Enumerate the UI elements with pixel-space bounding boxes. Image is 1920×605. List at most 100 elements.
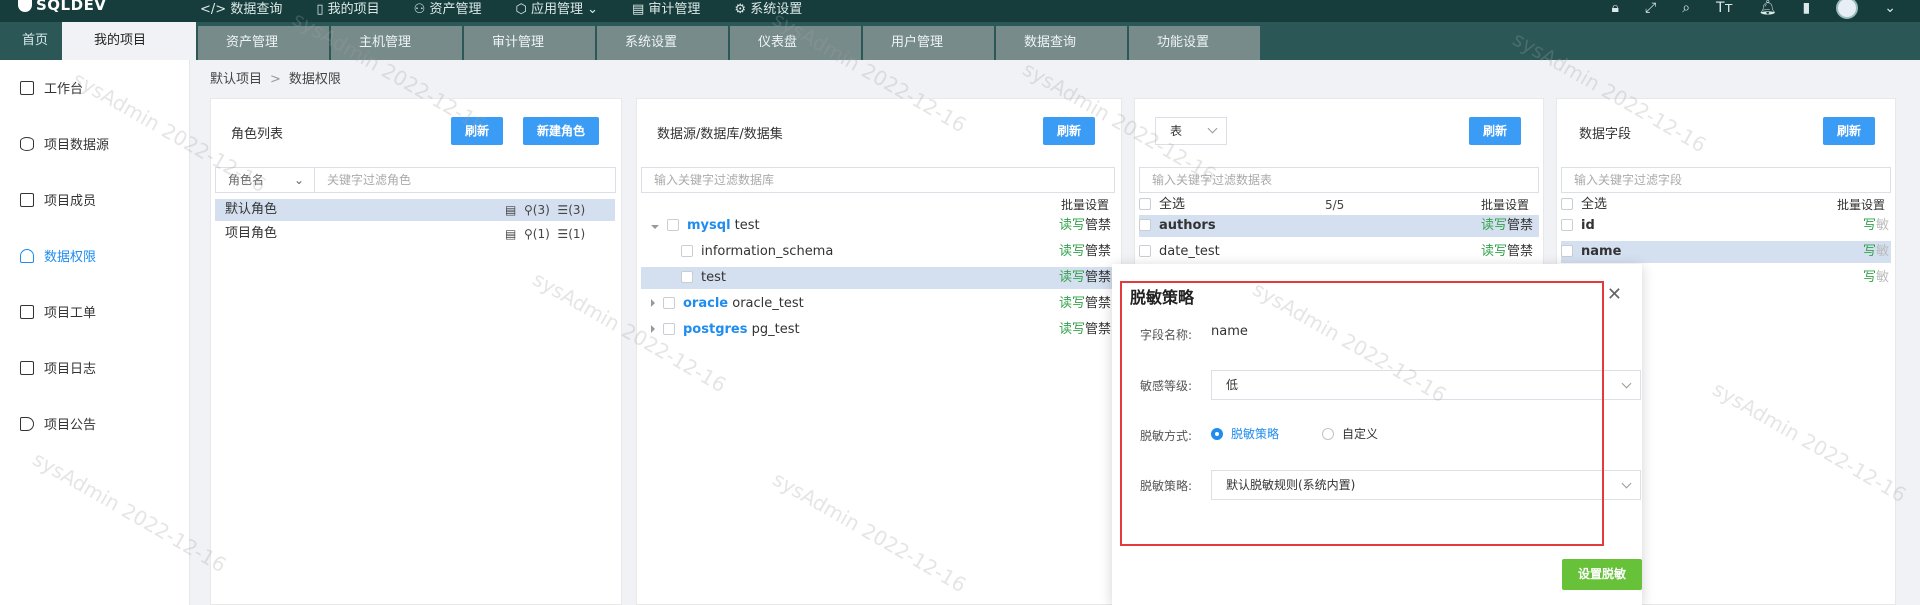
caret-right-icon bbox=[651, 325, 655, 333]
table-type-select[interactable]: 表 bbox=[1155, 117, 1227, 145]
tabs-bar: 首页 我的项目 资产管理 主机管理 审计管理 系统设置 仪表盘 用户管理 数据查… bbox=[0, 22, 1920, 60]
select-all-checkbox[interactable]: 全选 bbox=[1561, 194, 1607, 216]
sidebar-item-logs[interactable]: 项目日志 bbox=[20, 358, 96, 377]
table-filter-input[interactable]: 输入关键字过滤数据表 bbox=[1139, 167, 1539, 193]
search-icon[interactable]: ⌕ bbox=[1682, 0, 1690, 16]
clipboard-icon: ▤ bbox=[505, 227, 517, 241]
datasource-row[interactable]: postgres pg_test 读写管禁 bbox=[641, 319, 1115, 341]
database-row[interactable]: test 读写管禁 bbox=[641, 267, 1115, 289]
lock-icon[interactable]: 🔒︎ bbox=[1612, 0, 1619, 16]
log-icon bbox=[20, 360, 34, 375]
batch-settings-link[interactable]: 批量设置 bbox=[1481, 194, 1529, 216]
checkbox[interactable] bbox=[1561, 245, 1573, 257]
sidebar: 工作台 项目数据源 项目成员 数据权限 项目工单 项目日志 项目公告 bbox=[0, 60, 190, 605]
subtab-assets[interactable]: 资产管理 bbox=[198, 26, 329, 60]
permission-tags[interactable]: 写敏 bbox=[1863, 215, 1889, 237]
user-icon: ⚲ bbox=[523, 203, 533, 217]
role-name: 项目角色 bbox=[225, 226, 278, 241]
sidebar-item-workbench[interactable]: 工作台 bbox=[20, 78, 83, 97]
set-masking-button[interactable]: 设置脱敏 bbox=[1562, 559, 1642, 590]
refresh-button[interactable]: 刷新 bbox=[1043, 117, 1096, 145]
checkbox[interactable] bbox=[681, 245, 693, 257]
subtab-users[interactable]: 用户管理 bbox=[863, 26, 994, 60]
select-all-checkbox[interactable]: 全选 bbox=[1139, 194, 1185, 216]
checkbox[interactable] bbox=[681, 271, 693, 283]
user-icon bbox=[20, 248, 34, 263]
new-role-button[interactable]: 新建角色 bbox=[523, 117, 600, 145]
sidebar-item-data-permission[interactable]: 数据权限 bbox=[20, 246, 96, 265]
select-all-row: 全选 5/5 批量设置 bbox=[1139, 194, 1539, 216]
database-icon bbox=[20, 136, 34, 151]
breadcrumb-root[interactable]: 默认项目 bbox=[210, 72, 262, 87]
sidebar-item-announcements[interactable]: 项目公告 bbox=[20, 414, 96, 433]
datasource-row[interactable]: oracle oracle_test 读写管禁 bbox=[641, 293, 1115, 315]
checkbox[interactable] bbox=[1561, 219, 1573, 231]
database-icon: ☰ bbox=[557, 203, 569, 217]
role-filter-input[interactable]: 关键字过滤角色 bbox=[314, 167, 616, 193]
permission-tags[interactable]: 读写管禁 bbox=[1059, 241, 1111, 263]
fullscreen-icon[interactable]: ⤢ bbox=[1645, 0, 1656, 16]
table-row[interactable]: date_test 读写管禁 bbox=[1139, 241, 1539, 263]
role-filter-select[interactable]: 角色名 ⌄ bbox=[215, 167, 315, 193]
bell-icon[interactable]: 🔔︎ bbox=[1759, 0, 1777, 16]
subtab-dashboard[interactable]: 仪表盘 bbox=[730, 26, 861, 60]
permission-tags[interactable]: 写敏 bbox=[1863, 241, 1889, 263]
subtab-hosts[interactable]: 主机管理 bbox=[331, 26, 462, 60]
top-bar: SQLDEV </> 数据查询 ▯ 我的项目 ⚇ 资产管理 ⬡ 应用管理 ⌄ ▤… bbox=[0, 0, 1920, 22]
checkbox[interactable] bbox=[663, 323, 675, 335]
permission-tags[interactable]: 写敏 bbox=[1863, 267, 1889, 289]
table-row[interactable]: authors 读写管禁 bbox=[1139, 215, 1539, 237]
sidebar-item-members[interactable]: 项目成员 bbox=[20, 190, 96, 209]
checkbox[interactable] bbox=[667, 219, 679, 231]
permission-tags[interactable]: 读写管禁 bbox=[1059, 267, 1111, 289]
tab-my-project[interactable]: 我的项目 bbox=[62, 22, 196, 60]
doc-icon[interactable]: ▮ bbox=[1803, 0, 1811, 16]
subtab-audit[interactable]: 审计管理 bbox=[464, 26, 595, 60]
topnav-item-audit[interactable]: ▤ 审计管理 bbox=[632, 0, 700, 17]
permission-tags[interactable]: 读写管禁 bbox=[1059, 293, 1111, 315]
permission-tags[interactable]: 读写管禁 bbox=[1481, 241, 1533, 263]
datasource-panel: 数据源/数据库/数据集 刷新 输入关键字过滤数据库 批量设置 mysql tes… bbox=[636, 98, 1122, 605]
topnav-item-my-project[interactable]: ▯ 我的项目 bbox=[316, 0, 379, 17]
close-icon[interactable]: ✕ bbox=[1607, 284, 1622, 305]
panel-title: 数据字段 bbox=[1579, 127, 1632, 142]
app-logo[interactable]: SQLDEV bbox=[18, 0, 106, 14]
subtab-settings[interactable]: 系统设置 bbox=[597, 26, 728, 60]
topnav-item-assets[interactable]: ⚇ 资产管理 bbox=[414, 0, 482, 17]
tab-home[interactable]: 首页 bbox=[8, 22, 62, 60]
refresh-button[interactable]: 刷新 bbox=[1823, 117, 1876, 145]
permission-tags[interactable]: 读写管禁 bbox=[1059, 215, 1111, 237]
highlight-box bbox=[1120, 281, 1604, 546]
refresh-button[interactable]: 刷新 bbox=[451, 117, 504, 145]
checkbox[interactable] bbox=[1139, 219, 1151, 231]
chevron-down-icon[interactable]: ⌄ bbox=[1884, 0, 1896, 16]
panel-title: 角色列表 bbox=[231, 127, 284, 142]
checkbox[interactable] bbox=[663, 297, 675, 309]
datasource-row[interactable]: mysql test 读写管禁 bbox=[641, 215, 1115, 237]
sidebar-item-tickets[interactable]: 项目工单 bbox=[20, 302, 96, 321]
topnav-item-query[interactable]: </> 数据查询 bbox=[200, 0, 282, 17]
batch-settings-link[interactable]: 批量设置 bbox=[1061, 194, 1109, 216]
role-row[interactable]: 项目角色 ▤ ⚲(1) ☰(1) bbox=[215, 223, 615, 245]
font-size-icon[interactable]: Tт bbox=[1716, 0, 1733, 16]
sidebar-item-datasource[interactable]: 项目数据源 bbox=[20, 134, 109, 153]
topnav-item-settings[interactable]: ⚙ 系统设置 bbox=[734, 0, 802, 17]
avatar[interactable] bbox=[1836, 0, 1859, 19]
panel-title: 数据源/数据库/数据集 bbox=[657, 127, 783, 142]
role-row[interactable]: 默认角色 ▤ ⚲(3) ☰(3) bbox=[215, 199, 615, 221]
batch-settings-link[interactable]: 批量设置 bbox=[1837, 194, 1885, 216]
role-db-count: (3) bbox=[568, 203, 586, 217]
permission-tags[interactable]: 读写管禁 bbox=[1481, 215, 1533, 237]
permission-tags[interactable]: 读写管禁 bbox=[1059, 319, 1111, 341]
database-row[interactable]: information_schema 读写管禁 bbox=[641, 241, 1115, 263]
subtab-features[interactable]: 功能设置 bbox=[1129, 26, 1260, 60]
checkbox[interactable] bbox=[1139, 245, 1151, 257]
database-filter-input[interactable]: 输入关键字过滤数据库 bbox=[641, 167, 1115, 193]
refresh-button[interactable]: 刷新 bbox=[1469, 117, 1522, 145]
topnav-item-apps[interactable]: ⬡ 应用管理 ⌄ bbox=[515, 0, 598, 17]
role-name: 默认角色 bbox=[225, 202, 278, 217]
field-row[interactable]: id 写敏 bbox=[1561, 215, 1891, 237]
field-row[interactable]: name 写敏 bbox=[1561, 241, 1891, 263]
field-filter-input[interactable]: 输入关键字过滤字段 bbox=[1561, 167, 1891, 193]
subtab-query[interactable]: 数据查询 bbox=[996, 26, 1127, 60]
